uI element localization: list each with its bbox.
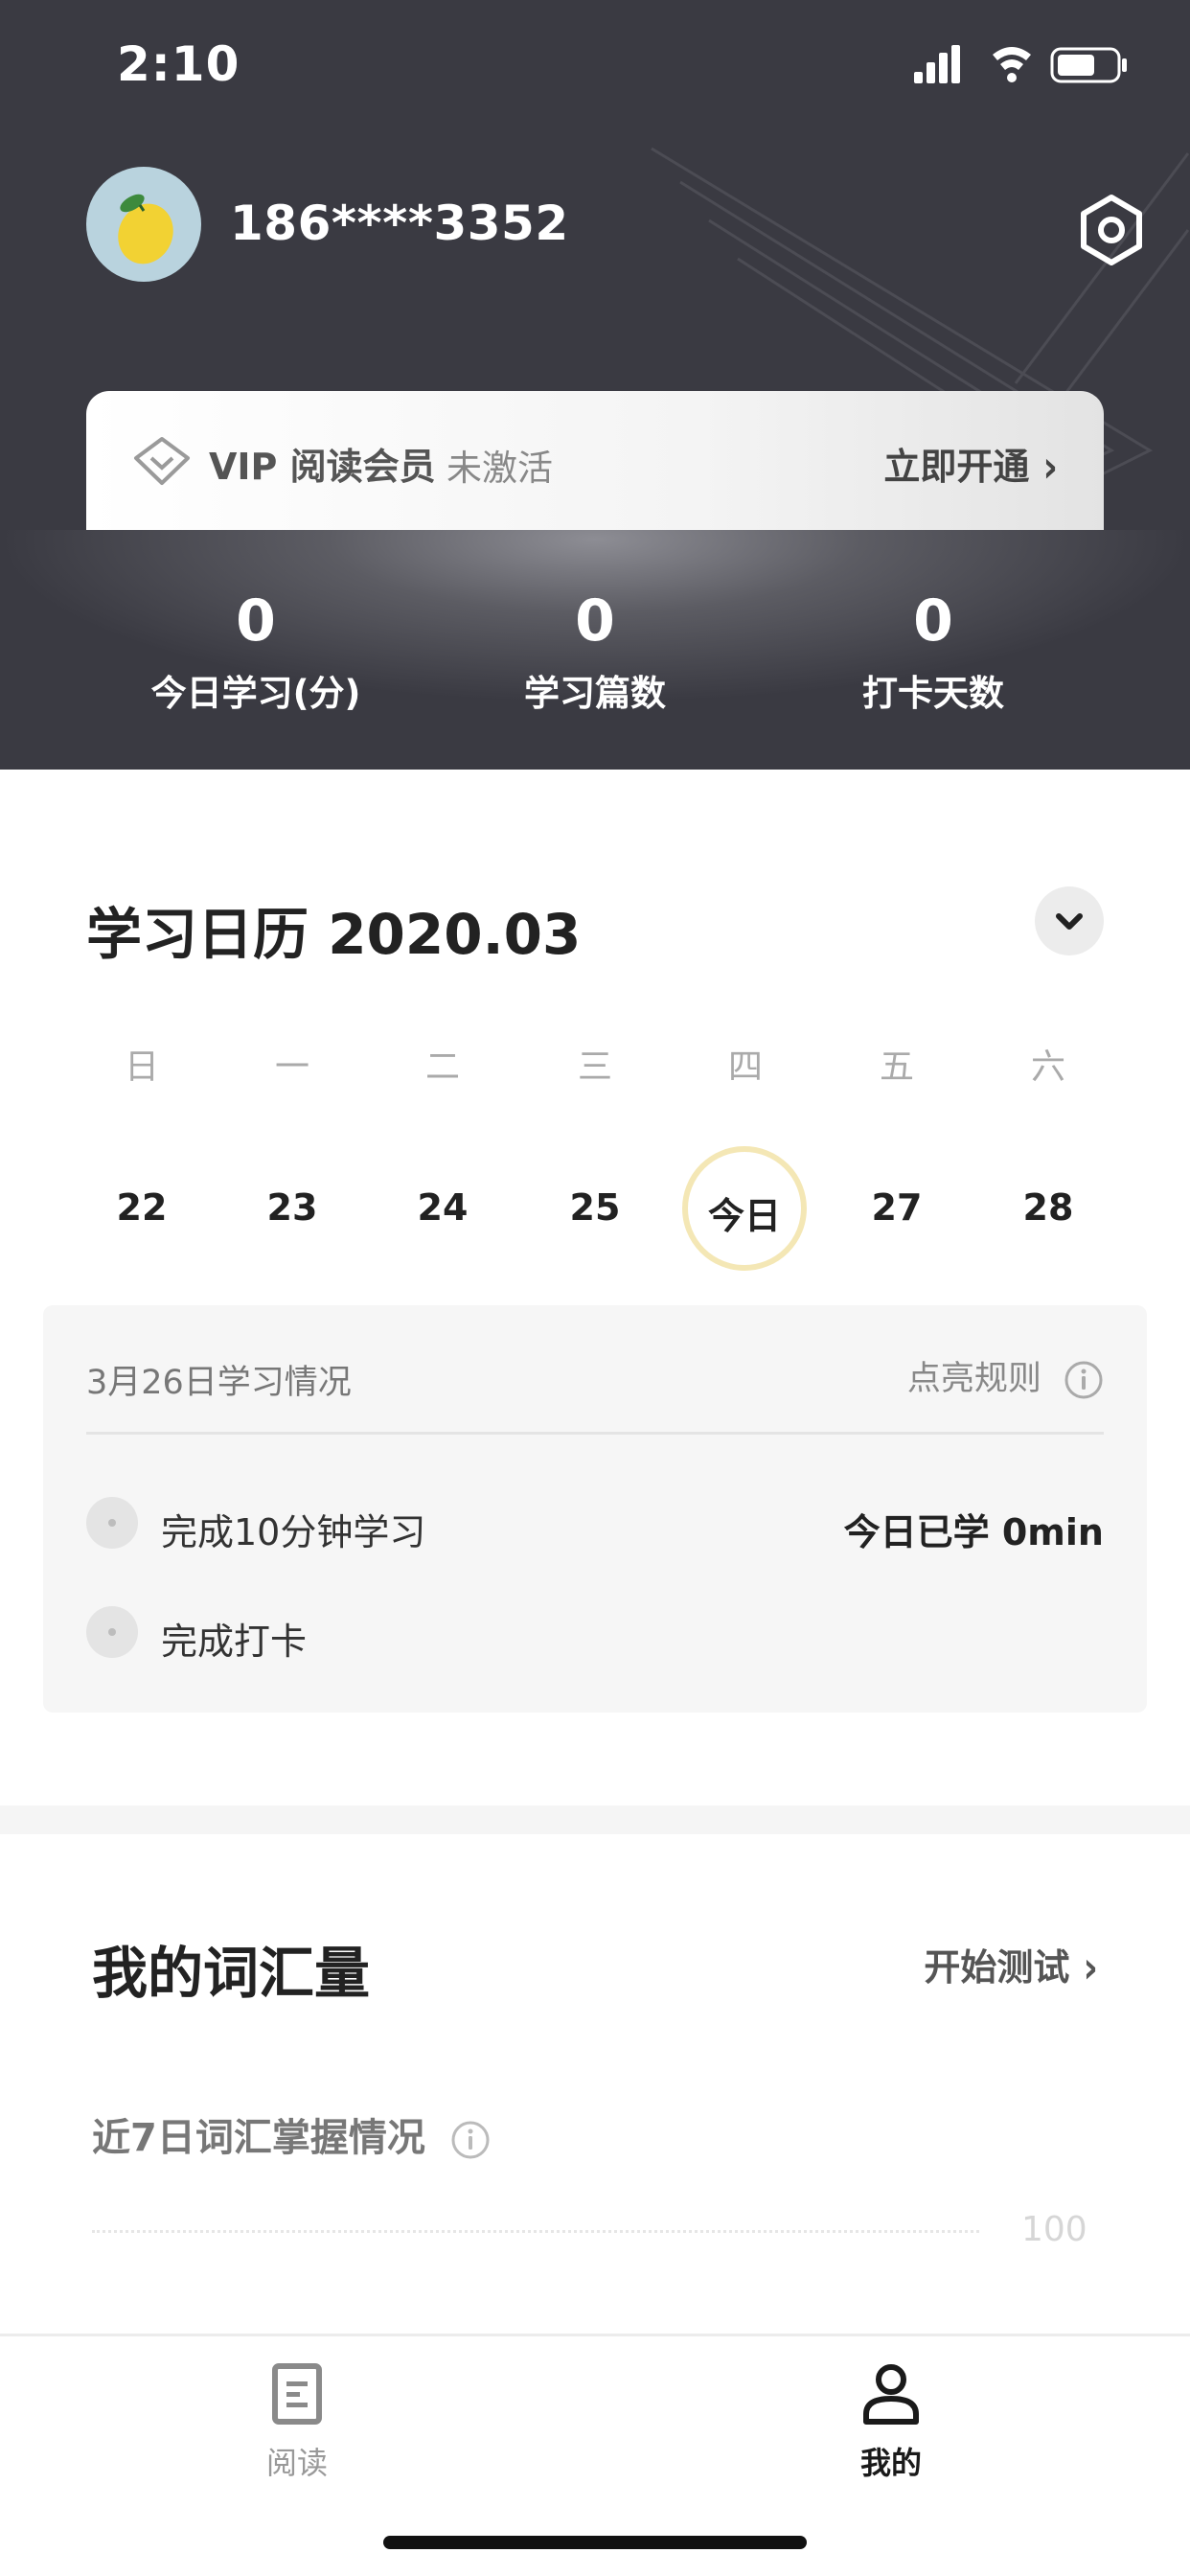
weekday-label: 二 (424, 1047, 460, 1087)
chevron-right-icon: › (1042, 441, 1058, 493)
vocab-title: 我的词汇量 (92, 1941, 371, 2006)
calendar-day[interactable]: 24 (395, 1186, 491, 1229)
avatar[interactable] (86, 167, 201, 282)
profile-header: 2:10 186****3352 VIP 阅读会员 未激活 立即开通 › 0 今… (0, 0, 1190, 770)
task-item: 完成打卡 (86, 1604, 1104, 1663)
vip-activate-label: 立即开通 (883, 446, 1030, 488)
task-item: 完成10分钟学习 今日已学 0min (86, 1495, 1104, 1553)
weekday-label: 三 (577, 1047, 612, 1087)
vocab-subtitle-label: 近7日词汇掌握情况 (92, 2116, 425, 2160)
progress-date-label: 3月26日学习情况 (86, 1364, 352, 1402)
stat-label: 今日学习(分) (150, 673, 361, 714)
section-separator (0, 1806, 1190, 1834)
rules-label: 点亮规则 (906, 1360, 1041, 1398)
home-indicator (383, 2536, 807, 2549)
signal-icon (914, 45, 960, 83)
status-icons (914, 45, 1127, 83)
stat-value: 0 (575, 587, 615, 655)
stat-value: 0 (236, 587, 276, 655)
task-status-dot (86, 1497, 138, 1549)
stats-band: 0 今日学习(分) 0 学习篇数 0 打卡天数 (0, 530, 1190, 770)
stat-today-minutes: 0 今日学习(分) (112, 587, 400, 716)
task-value: 今日已学 0min (843, 1511, 1104, 1553)
daily-progress-card: 3月26日学习情况 点亮规则 完成10分钟学习 今日已学 0min 完成打卡 (43, 1305, 1147, 1713)
stat-articles: 0 学习篇数 (451, 587, 739, 716)
start-test-label: 开始测试 (924, 1946, 1070, 1989)
vocab-subtitle: 近7日词汇掌握情况 (92, 2106, 491, 2162)
calendar-expand-button[interactable] (1035, 886, 1104, 955)
info-icon[interactable] (450, 2120, 491, 2160)
chevron-right-icon: › (1083, 1942, 1098, 1993)
stat-label: 学习篇数 (524, 673, 666, 714)
lemon-avatar-icon (118, 194, 173, 264)
start-test-button[interactable]: 开始测试 › (924, 1938, 1098, 1993)
battery-icon (1050, 47, 1127, 83)
weekday-label: 四 (727, 1047, 763, 1087)
status-bar: 2:10 (0, 0, 1190, 134)
calendar-day[interactable]: 28 (1000, 1186, 1096, 1229)
document-icon (272, 2363, 322, 2425)
weekday-label: 六 (1030, 1047, 1065, 1087)
vip-card[interactable]: VIP 阅读会员 未激活 立即开通 › (86, 391, 1104, 530)
stat-label: 打卡天数 (862, 673, 1004, 714)
wifi-icon (993, 47, 1031, 82)
phone-number: 186****3352 (230, 196, 569, 251)
chevron-down-icon (1056, 913, 1083, 930)
tab-label: 阅读 (265, 2445, 328, 2481)
info-icon (1064, 1361, 1103, 1399)
person-icon (863, 2364, 919, 2425)
weekday-label: 五 (879, 1047, 914, 1087)
vip-status: 未激活 (446, 448, 553, 489)
task-label: 完成打卡 (161, 1621, 308, 1663)
chart-y-tick: 100 (1021, 2210, 1087, 2249)
tab-label: 我的 (859, 2445, 922, 2481)
diamond-icon (134, 437, 190, 485)
divider (86, 1432, 1104, 1435)
settings-icon[interactable] (1073, 192, 1150, 268)
chart-gridline (92, 2230, 979, 2233)
vip-title: VIP 阅读会员 (209, 446, 436, 488)
task-status-dot (86, 1606, 138, 1658)
weekday-label: 日 (124, 1047, 159, 1087)
tab-mine[interactable]: 我的 (795, 2360, 987, 2483)
calendar-day[interactable]: 23 (244, 1186, 340, 1229)
calendar-day[interactable]: 25 (547, 1186, 643, 1229)
calendar-day-today[interactable]: 今日 (682, 1186, 807, 1239)
calendar-title: 学习日历 2020.03 (86, 902, 582, 967)
stat-value: 0 (913, 587, 953, 655)
calendar-day[interactable]: 22 (94, 1186, 190, 1229)
calendar-day[interactable]: 27 (849, 1186, 945, 1229)
status-time: 2:10 (117, 36, 240, 92)
tab-reading[interactable]: 阅读 (201, 2360, 393, 2483)
task-label: 完成10分钟学习 (161, 1511, 426, 1553)
light-up-rules-link[interactable]: 点亮规则 (907, 1351, 1104, 1400)
vip-activate-button[interactable]: 立即开通 › (883, 437, 1058, 493)
stat-checkin-days: 0 打卡天数 (790, 587, 1077, 716)
weekday-label: 一 (274, 1047, 309, 1087)
